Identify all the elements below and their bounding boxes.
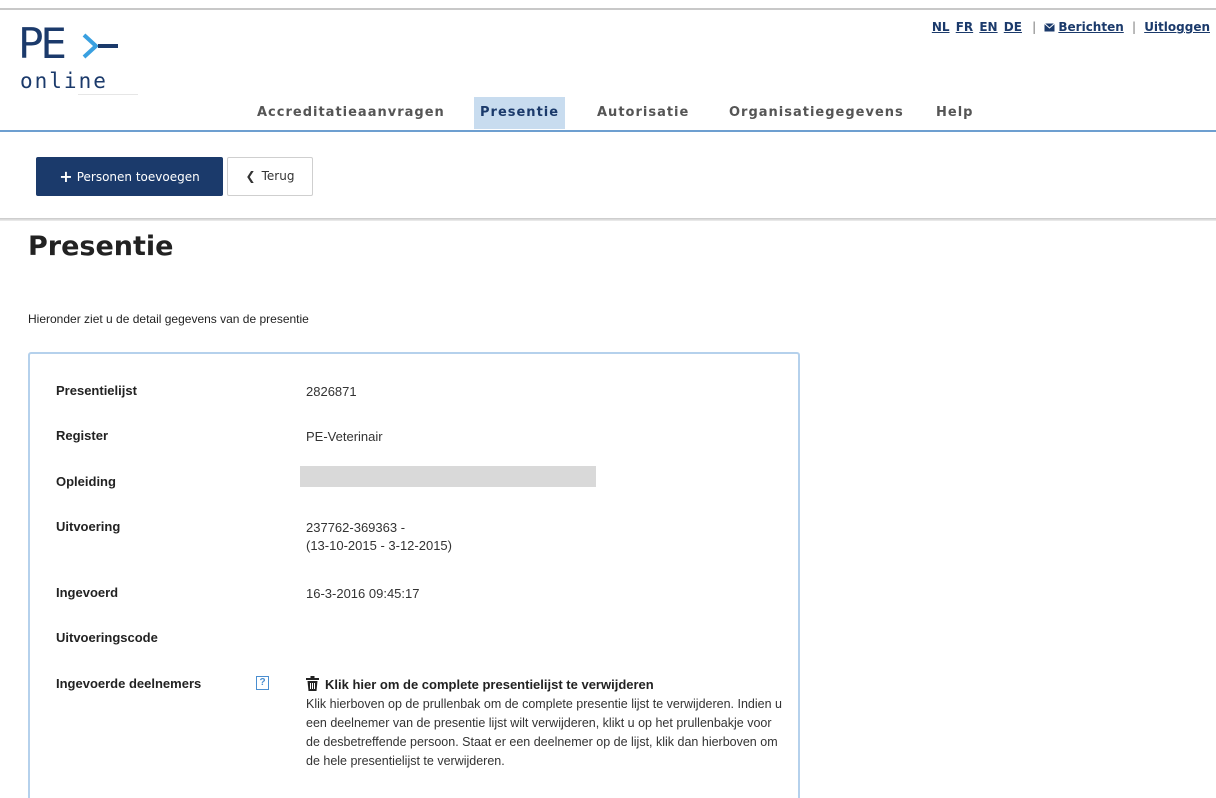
ingevoerd-label: Ingevoerd xyxy=(56,585,119,600)
uitvoering-label: Uitvoering xyxy=(56,519,121,534)
separator: | xyxy=(1032,20,1037,34)
add-persons-label: Personen toevoegen xyxy=(76,170,200,184)
nav-item-help[interactable]: Help xyxy=(936,97,973,129)
presentie-details-card: Presentielijst 2826871 Register PE-Veter… xyxy=(28,352,800,798)
register-value: PE-Veterinair xyxy=(306,429,383,444)
nav-item-autorisatie[interactable]: Autorisatie xyxy=(597,97,689,129)
help-icon[interactable]: ? xyxy=(256,676,269,690)
lang-nl[interactable]: NL xyxy=(932,20,950,34)
nav-underline xyxy=(0,130,1216,132)
uitvoering-period: (13-10-2015 - 3-12-2015) xyxy=(306,538,452,553)
logo-subtext: online xyxy=(20,69,108,93)
logo-mark: PE xyxy=(18,19,67,68)
plus-icon: + xyxy=(59,167,73,186)
envelope-icon xyxy=(1044,23,1056,32)
register-label: Register xyxy=(56,428,109,443)
page-title: Presentie xyxy=(28,231,174,262)
uitvoeringscode-label: Uitvoeringscode xyxy=(56,630,158,645)
delete-list-label: Klik hier om de complete presentielijst … xyxy=(325,677,654,692)
presentielijst-label: Presentielijst xyxy=(56,383,137,398)
add-persons-button[interactable]: + Personen toevoegen xyxy=(36,157,223,196)
chevron-left-icon: ❮ xyxy=(245,169,256,183)
back-button[interactable]: ❮ Terug xyxy=(227,157,313,196)
section-divider xyxy=(0,218,1216,221)
lang-en[interactable]: EN xyxy=(979,20,997,34)
nav-item-organisatiegegevens[interactable]: Organisatiegegevens xyxy=(729,97,904,129)
trash-icon xyxy=(306,676,319,691)
messages-link[interactable]: Berichten xyxy=(1058,20,1123,34)
top-divider xyxy=(0,8,1216,10)
separator: | xyxy=(1131,20,1136,34)
uitvoering-id: 237762-369363 - xyxy=(306,520,406,535)
main-nav: Accreditatieaanvragen Presentie Autorisa… xyxy=(0,97,1216,131)
delete-list-link[interactable]: Klik hier om de complete presentielijst … xyxy=(306,676,654,692)
arrow-icon xyxy=(82,33,118,59)
lang-de[interactable]: DE xyxy=(1004,20,1022,34)
pe-online-logo[interactable]: PE online xyxy=(18,19,138,100)
nav-item-presentie[interactable]: Presentie xyxy=(474,97,566,129)
back-label: Terug xyxy=(261,169,295,183)
deelnemers-label: Ingevoerde deelnemers xyxy=(56,676,202,691)
delete-instructions: Klik hierboven op de prullenbak om de co… xyxy=(306,697,782,768)
page-intro: Hieronder ziet u de detail gegevens van … xyxy=(28,312,309,326)
uitvoering-value: 237762-369363 - (13-10-2015 - 3-12-2015) xyxy=(306,519,452,555)
opleiding-label: Opleiding xyxy=(56,474,116,489)
presentielijst-value: 2826871 xyxy=(306,384,357,399)
redacted-value xyxy=(300,466,596,487)
lang-fr[interactable]: FR xyxy=(956,20,973,34)
logout-link[interactable]: Uitloggen xyxy=(1144,20,1210,34)
nav-item-accreditatieaanvragen[interactable]: Accreditatieaanvragen xyxy=(257,97,445,129)
ingevoerd-value: 16-3-2016 09:45:17 xyxy=(306,586,420,601)
top-links: NL FR EN DE | Berichten | Uitloggen xyxy=(932,20,1210,34)
